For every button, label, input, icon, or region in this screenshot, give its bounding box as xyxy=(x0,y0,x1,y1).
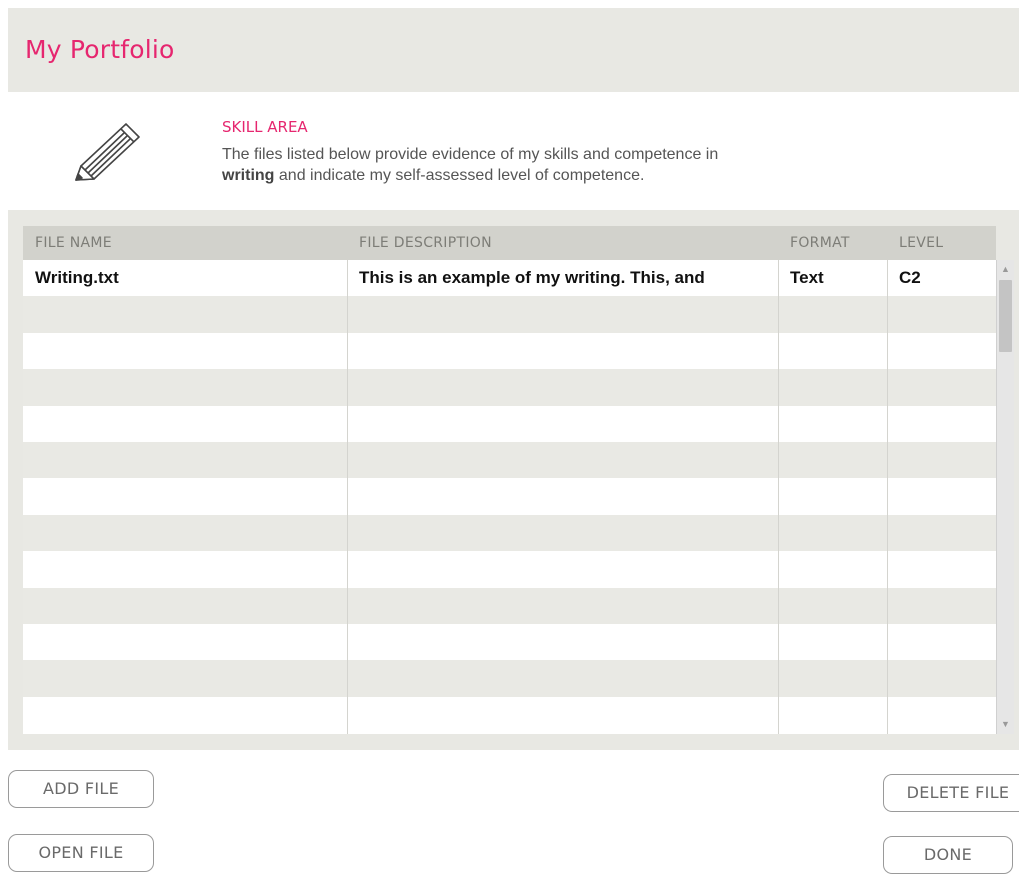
description-prefix: The files listed below provide evidence … xyxy=(222,146,719,163)
file-table: FILE NAME FILE DESCRIPTION FORMAT LEVEL … xyxy=(23,226,996,734)
cell-file-description: This is an example of my writing. This, … xyxy=(359,268,705,287)
table-scrollbar[interactable]: ▲ ▼ xyxy=(996,260,1014,734)
table-row[interactable] xyxy=(23,514,996,552)
scrollbar-thumb[interactable] xyxy=(999,280,1012,352)
cell-format: Text xyxy=(790,268,824,287)
column-header-level[interactable]: LEVEL xyxy=(887,226,996,260)
header-bar: My Portfolio xyxy=(8,8,1019,92)
column-header-file-name[interactable]: FILE NAME xyxy=(23,226,347,260)
table-header: FILE NAME FILE DESCRIPTION FORMAT LEVEL xyxy=(23,226,996,260)
open-file-button[interactable]: OPEN FILE xyxy=(8,834,154,872)
table-row[interactable] xyxy=(23,478,996,514)
table-row[interactable] xyxy=(23,333,996,369)
table-row[interactable] xyxy=(23,624,996,660)
add-file-button[interactable]: ADD FILE xyxy=(8,770,154,808)
column-divider xyxy=(887,260,888,734)
column-divider xyxy=(778,260,779,734)
table-row[interactable] xyxy=(23,587,996,624)
table-row[interactable] xyxy=(23,697,996,733)
scroll-up-icon[interactable]: ▲ xyxy=(999,263,1012,276)
done-button[interactable]: DONE xyxy=(883,836,1013,874)
table-row[interactable] xyxy=(23,660,996,697)
description-suffix: and indicate my self-assessed level of c… xyxy=(278,167,645,184)
skill-area-description: The files listed below provide evidence … xyxy=(222,144,942,186)
cell-file-name: Writing.txt xyxy=(35,268,119,287)
table-row[interactable] xyxy=(23,406,996,442)
page-title: My Portfolio xyxy=(25,35,175,64)
skill-name: writing xyxy=(222,167,275,184)
table-row[interactable] xyxy=(23,369,996,406)
table-row[interactable] xyxy=(23,551,996,587)
table-row[interactable] xyxy=(23,442,996,479)
column-header-file-description[interactable]: FILE DESCRIPTION xyxy=(347,226,778,260)
column-divider xyxy=(347,260,348,734)
skill-area-heading: SKILL AREA xyxy=(222,118,308,136)
delete-file-button[interactable]: DELETE FILE xyxy=(883,774,1019,812)
scroll-down-icon[interactable]: ▼ xyxy=(999,718,1012,731)
table-row[interactable]: Writing.txt This is an example of my wri… xyxy=(23,260,996,296)
cell-level: C2 xyxy=(899,268,921,287)
table-row[interactable] xyxy=(23,296,996,333)
pencil-icon xyxy=(75,123,140,181)
column-header-format[interactable]: FORMAT xyxy=(778,226,887,260)
